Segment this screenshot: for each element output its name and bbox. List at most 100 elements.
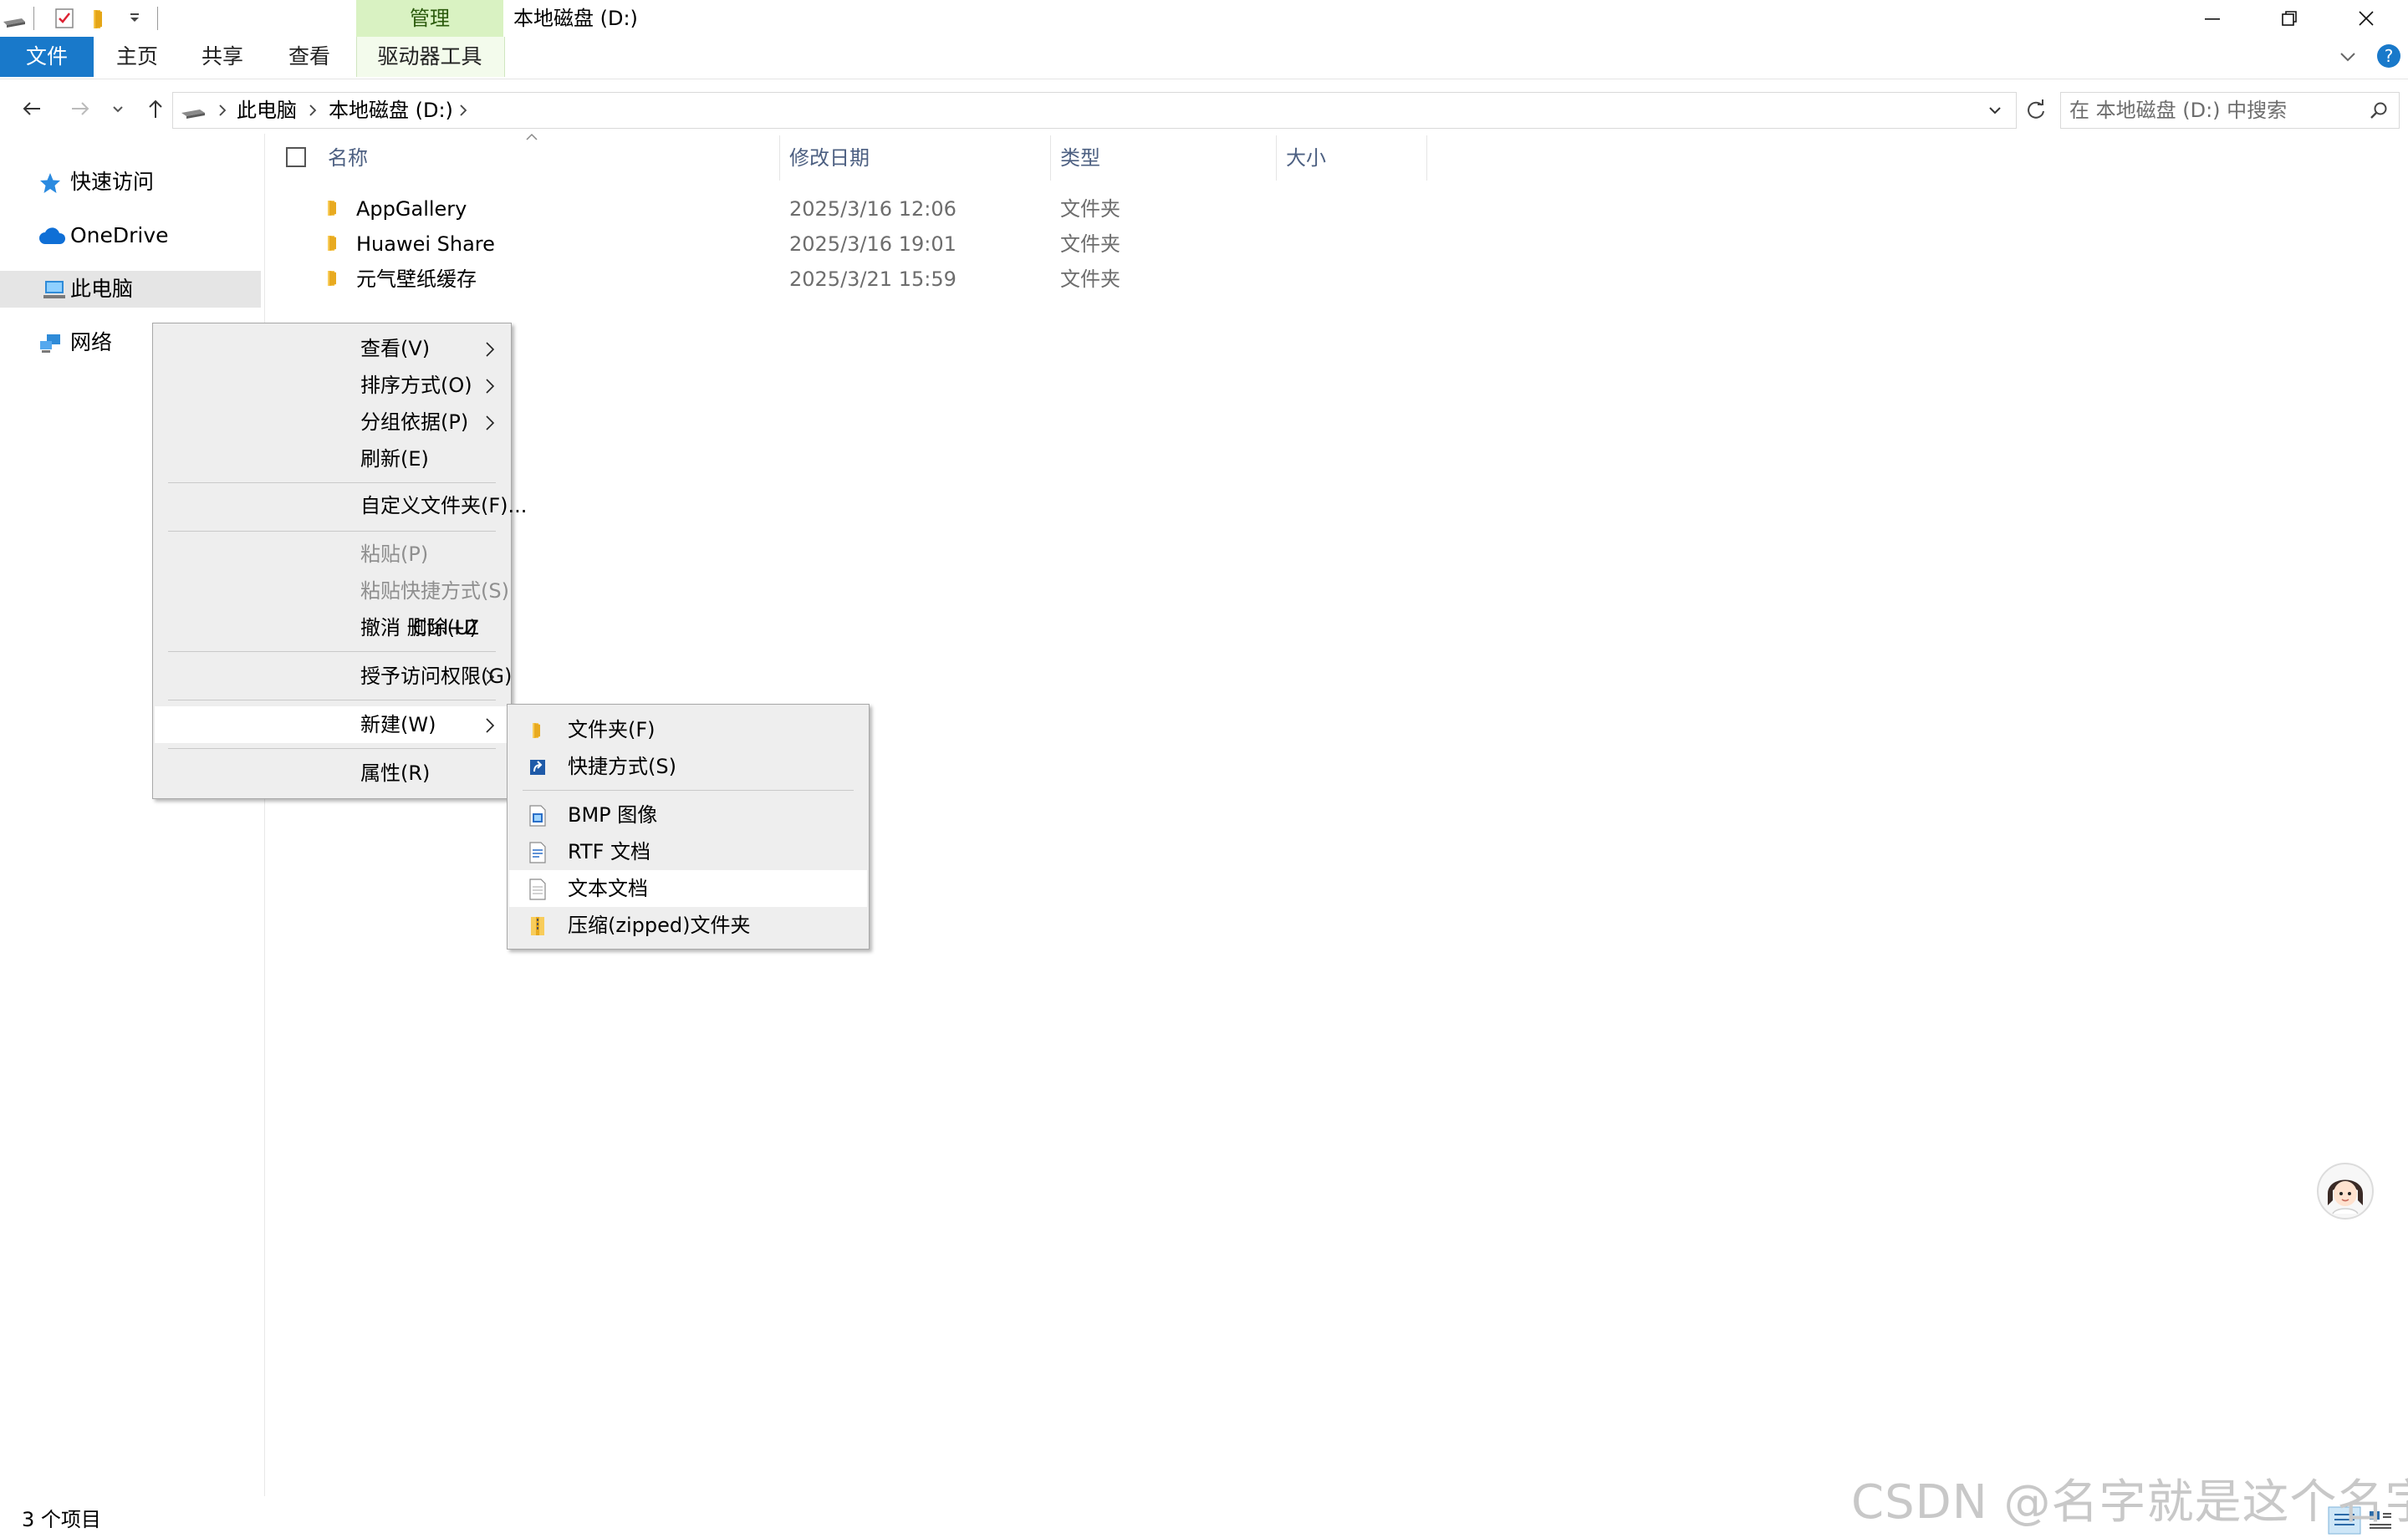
customize-quick-access-icon[interactable]	[122, 7, 147, 30]
column-divider[interactable]	[1426, 135, 1427, 181]
file-date: 2025/3/16 12:06	[789, 197, 957, 221]
up-button[interactable]	[139, 94, 172, 124]
forward-button[interactable]	[64, 94, 97, 124]
breadcrumb-local-disk-d[interactable]: 本地磁盘 (D:)	[329, 93, 453, 128]
close-icon	[2359, 11, 2374, 26]
menu-item-label: 新建(W)	[360, 713, 436, 736]
minimize-icon	[2205, 18, 2220, 20]
submenu-item-zipped-folder[interactable]: 压缩(zipped)文件夹	[509, 907, 867, 944]
menu-item-label: BMP 图像	[568, 803, 658, 827]
breadcrumb-separator-icon[interactable]	[307, 103, 319, 118]
quick-access-separator	[157, 7, 158, 30]
close-button[interactable]	[2328, 0, 2405, 37]
file-date: 2025/3/21 15:59	[789, 267, 957, 291]
column-header-type[interactable]: 类型	[1060, 140, 1100, 176]
help-button[interactable]: ?	[2376, 43, 2401, 69]
svg-text:?: ?	[2385, 46, 2394, 66]
ribbon-tab-bar: 文件 主页 共享 查看 驱动器工具 ?	[0, 37, 2408, 79]
search-box[interactable]	[2060, 92, 2400, 129]
breadcrumb-separator-icon[interactable]	[217, 103, 228, 118]
assistant-avatar[interactable]	[2316, 1162, 2375, 1220]
column-header-size[interactable]: 大小	[1286, 140, 1326, 176]
tab-file[interactable]: 文件	[0, 37, 94, 77]
column-divider[interactable]	[1276, 135, 1277, 181]
folder-icon	[528, 720, 548, 741]
folder-icon	[324, 234, 344, 252]
properties-icon[interactable]	[52, 7, 77, 30]
file-type: 文件夹	[1060, 267, 1120, 291]
window-title: 本地磁盘 (D:)	[513, 7, 638, 30]
file-date: 2025/3/16 19:01	[789, 232, 957, 256]
submenu-item-shortcut[interactable]: 快捷方式(S)	[509, 748, 867, 785]
menu-item-label: 查看(V)	[360, 337, 431, 360]
tab-drive-tools[interactable]: 驱动器工具	[356, 37, 503, 77]
menu-item-sort-by[interactable]: 排序方式(O)	[155, 367, 509, 404]
sidebar-item-label: 网络	[70, 330, 113, 354]
address-bar[interactable]: 此电脑 本地磁盘 (D:)	[172, 92, 2017, 129]
sidebar-item-this-pc[interactable]: 此电脑	[0, 271, 261, 308]
sidebar-item-onedrive[interactable]: OneDrive	[0, 217, 261, 254]
address-history-button[interactable]	[1986, 101, 2004, 120]
menu-item-label: RTF 文档	[568, 840, 651, 863]
column-header-name[interactable]: 名称	[328, 140, 368, 176]
bmp-file-icon	[528, 805, 548, 827]
watermark: CSDN @名字就是这个名字	[1851, 1475, 2408, 1530]
refresh-button[interactable]	[2023, 97, 2050, 124]
tab-share[interactable]: 共享	[189, 37, 256, 77]
submenu-item-new-folder[interactable]: 文件夹(F)	[509, 711, 867, 748]
item-count: 3 个项目	[22, 1508, 101, 1531]
column-divider[interactable]	[779, 135, 780, 181]
breadcrumb-this-pc[interactable]: 此电脑	[237, 93, 297, 128]
menu-item-label: 排序方式(O)	[360, 374, 472, 397]
cloud-icon	[38, 226, 65, 246]
menu-item-undo-delete[interactable]: 撤消 删除(U) Ctrl+Z	[155, 609, 509, 646]
expand-ribbon-button[interactable]	[2336, 45, 2360, 69]
menu-item-refresh[interactable]: 刷新(E)	[155, 441, 509, 477]
tab-home[interactable]: 主页	[104, 37, 171, 77]
menu-item-view[interactable]: 查看(V)	[155, 330, 509, 367]
tab-view[interactable]: 查看	[276, 37, 343, 77]
menu-item-properties[interactable]: 属性(R)	[155, 755, 509, 792]
folder-icon	[324, 269, 344, 288]
breadcrumb-separator-icon[interactable]	[457, 103, 469, 118]
drive-icon	[180, 99, 207, 121]
refresh-icon	[2028, 99, 2044, 119]
rtf-file-icon	[528, 842, 548, 863]
menu-item-shortcut: Ctrl+Z	[412, 616, 479, 639]
menu-item-give-access[interactable]: 授予访问权限(G)	[155, 658, 512, 695]
sidebar-item-label: 快速访问	[70, 170, 155, 194]
submenu-item-rtf-document[interactable]: RTF 文档	[509, 833, 867, 870]
submenu-item-bmp-image[interactable]: BMP 图像	[509, 797, 867, 833]
menu-item-customize-folder[interactable]: 自定义文件夹(F)...	[155, 487, 527, 524]
select-all-checkbox[interactable]	[286, 147, 306, 167]
restore-button[interactable]	[2251, 0, 2328, 37]
manage-context-tab[interactable]: 管理	[356, 0, 503, 37]
zip-folder-icon	[528, 915, 548, 937]
minimize-button[interactable]	[2174, 0, 2251, 37]
file-row-wallpaper-cache[interactable]: 元气壁纸缓存 2025/3/21 15:59 文件夹	[314, 262, 1502, 296]
menu-item-label: 快捷方式(S)	[568, 755, 676, 778]
submenu-item-text-document[interactable]: 文本文档	[509, 870, 867, 907]
chevron-right-icon	[484, 377, 496, 395]
file-row-huawei-share[interactable]: Huawei Share 2025/3/16 19:01 文件夹	[314, 227, 1502, 261]
menu-item-label: 粘贴(P)	[360, 542, 429, 566]
column-divider[interactable]	[1050, 135, 1051, 181]
column-header-date-modified[interactable]: 修改日期	[789, 140, 870, 176]
restore-icon	[2282, 11, 2297, 26]
folder-icon	[324, 199, 344, 217]
new-folder-icon[interactable]	[89, 7, 114, 30]
menu-item-group-by[interactable]: 分组依据(P)	[155, 404, 509, 441]
star-icon	[38, 172, 62, 193]
arrow-right-icon	[72, 102, 89, 115]
sort-ascending-icon	[525, 132, 538, 142]
search-icon[interactable]	[2369, 100, 2389, 120]
file-row-appgallery[interactable]: AppGallery 2025/3/16 12:06 文件夹	[314, 192, 1502, 226]
recent-locations-button[interactable]	[105, 94, 130, 124]
back-button[interactable]	[15, 94, 48, 124]
file-name: Huawei Share	[356, 232, 495, 256]
search-input[interactable]	[2069, 93, 2345, 128]
sidebar-item-quick-access[interactable]: 快速访问	[0, 164, 261, 201]
menu-item-new[interactable]: 新建(W)	[155, 706, 509, 743]
menu-separator	[168, 531, 496, 532]
menu-item-label: 文本文档	[568, 877, 648, 900]
